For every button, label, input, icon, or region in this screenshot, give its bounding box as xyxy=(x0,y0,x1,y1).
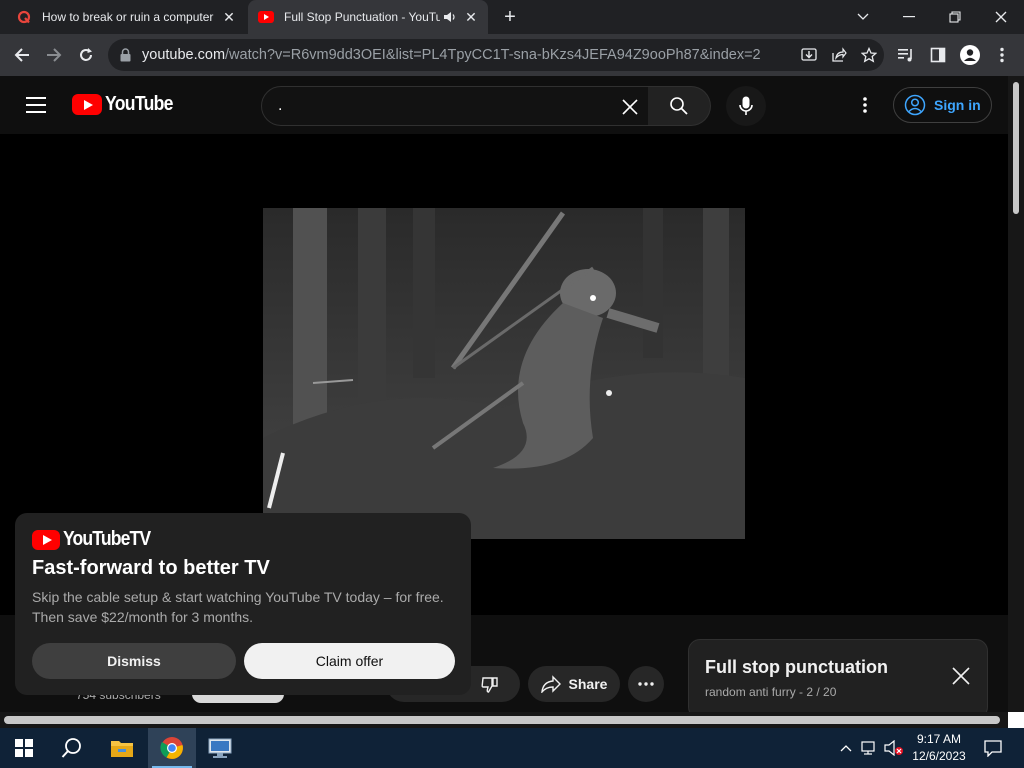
youtube-tv-logo: YouTubeTV xyxy=(32,528,162,551)
clock-time: 9:17 AM xyxy=(916,732,962,746)
chrome-menu-icon[interactable] xyxy=(988,41,1016,69)
vertical-scrollbar[interactable] xyxy=(1008,76,1024,712)
playlist-subtitle[interactable]: random anti furry - 2 / 20 xyxy=(705,685,836,699)
new-tab-button[interactable]: + xyxy=(500,7,520,27)
url-text: youtube.com/watch?v=R6vm9dd3OEI&list=PL4… xyxy=(142,47,794,63)
more-actions-button[interactable] xyxy=(628,666,664,702)
show-hidden-icons-icon[interactable] xyxy=(836,738,856,758)
side-panel-icon[interactable] xyxy=(924,41,952,69)
restore-icon[interactable] xyxy=(932,0,978,34)
close-tab-icon[interactable]: ✕ xyxy=(220,8,238,26)
tab-youtube[interactable]: Full Stop Punctuation - YouTube ✕ xyxy=(248,0,488,34)
volume-muted-icon[interactable] xyxy=(884,738,904,758)
install-icon[interactable] xyxy=(794,40,824,70)
playlist-title[interactable]: Full stop punctuation xyxy=(705,657,888,678)
browser-tab-strip: How to break or ruin a computer ✕ Full S… xyxy=(0,0,1024,34)
media-controls-icon[interactable] xyxy=(892,41,920,69)
back-icon[interactable] xyxy=(8,41,36,69)
youtube-icon xyxy=(258,9,274,25)
url-host: youtube.com xyxy=(142,47,226,63)
clock-date: 12/6/2023 xyxy=(912,749,966,763)
tab-title: How to break or ruin a computer xyxy=(42,10,214,24)
tab-title: Full Stop Punctuation - YouTube xyxy=(284,10,440,24)
chrome-taskbar-icon[interactable] xyxy=(148,728,196,768)
remote-desktop-icon[interactable] xyxy=(196,728,244,768)
minimize-icon[interactable] xyxy=(886,0,932,34)
windows-taskbar: 9:17 AM 12/6/2023 xyxy=(0,728,1024,768)
close-window-icon[interactable] xyxy=(978,0,1024,34)
scrollbar-corner xyxy=(1008,712,1024,728)
share-label: Share xyxy=(568,676,608,692)
share-page-icon[interactable] xyxy=(824,40,854,70)
url-path: /watch?v=R6vm9dd3OEI&list=PL4TpyCC1T-sna… xyxy=(225,47,761,63)
bookmark-star-icon[interactable] xyxy=(854,40,884,70)
youtube-header: YouTube Sign in xyxy=(0,76,1010,134)
youtube-play-icon xyxy=(72,94,102,115)
voice-search-button[interactable] xyxy=(726,86,766,126)
tab-quora[interactable]: How to break or ruin a computer ✕ xyxy=(6,0,246,34)
profile-avatar-icon[interactable] xyxy=(956,41,984,69)
network-icon[interactable] xyxy=(860,738,880,758)
youtube-logo-text: YouTube xyxy=(105,93,173,115)
dislike-icon[interactable] xyxy=(480,675,500,698)
sign-in-button[interactable]: Sign in xyxy=(893,87,992,123)
youtube-play-icon xyxy=(32,529,60,550)
youtube-tv-logo-text: YouTubeTV xyxy=(63,528,151,550)
playlist-panel: Full stop punctuation random anti furry … xyxy=(688,639,988,719)
video-frame xyxy=(263,208,745,539)
claim-offer-button[interactable]: Claim offer xyxy=(244,643,455,679)
vertical-scroll-thumb[interactable] xyxy=(1013,82,1019,214)
search-input[interactable] xyxy=(262,97,602,115)
close-playlist-icon[interactable] xyxy=(949,664,973,688)
notifications-icon[interactable] xyxy=(982,737,1004,759)
address-bar[interactable]: youtube.com/watch?v=R6vm9dd3OEI&list=PL4… xyxy=(108,39,884,71)
share-icon xyxy=(540,675,561,693)
horizontal-scroll-thumb[interactable] xyxy=(4,716,1000,724)
reload-icon[interactable] xyxy=(72,41,100,69)
settings-kebab-icon[interactable] xyxy=(852,92,878,118)
promo-body: Skip the cable setup & start watching Yo… xyxy=(32,589,444,625)
youtube-tv-promo-dialog: YouTubeTV Fast-forward to better TV Skip… xyxy=(15,513,471,695)
lock-icon[interactable] xyxy=(120,48,134,62)
search-icon xyxy=(670,97,688,115)
horizontal-scrollbar[interactable] xyxy=(0,712,1024,728)
search-button[interactable] xyxy=(648,86,711,126)
sign-in-label: Sign in xyxy=(934,97,981,113)
dismiss-button[interactable]: Dismiss xyxy=(32,643,236,679)
share-button[interactable]: Share xyxy=(528,666,620,702)
windows-start-icon[interactable] xyxy=(0,728,48,768)
speaker-icon[interactable] xyxy=(442,9,458,25)
system-clock[interactable]: 9:17 AM 12/6/2023 xyxy=(906,731,972,765)
browser-toolbar: youtube.com/watch?v=R6vm9dd3OEI&list=PL4… xyxy=(0,34,1024,76)
file-explorer-icon[interactable] xyxy=(98,728,146,768)
forward-icon[interactable] xyxy=(40,41,68,69)
search-box xyxy=(261,86,649,126)
search-icon[interactable] xyxy=(48,728,96,768)
youtube-logo[interactable]: YouTube xyxy=(72,93,182,116)
microphone-icon xyxy=(739,96,753,115)
account-circle-icon xyxy=(904,94,926,116)
close-tab-icon[interactable]: ✕ xyxy=(462,8,480,26)
quora-icon xyxy=(16,9,32,25)
tab-search-icon[interactable] xyxy=(840,0,886,34)
clear-search-icon[interactable] xyxy=(618,95,642,119)
more-horizontal-icon xyxy=(638,682,654,686)
hamburger-menu-icon[interactable] xyxy=(22,92,50,118)
promo-headline: Fast-forward to better TV xyxy=(32,557,270,579)
